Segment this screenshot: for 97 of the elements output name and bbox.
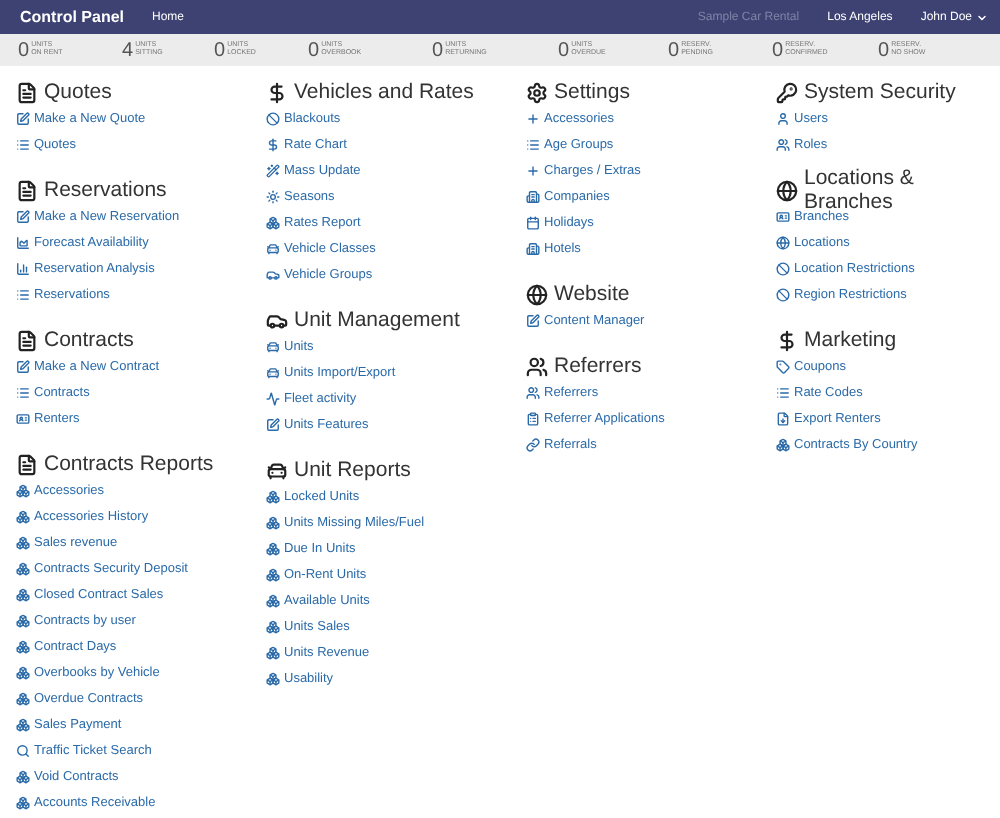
stat-value: 0 (878, 39, 890, 61)
ban-icon (776, 262, 790, 276)
cubes-icon (16, 640, 30, 654)
cars-icon (266, 309, 288, 331)
cubes-icon (16, 510, 30, 524)
stat-value: 0 (214, 39, 226, 61)
building-icon (526, 190, 540, 204)
cubes-icon (266, 542, 280, 556)
edit-icon (16, 210, 30, 224)
building-icon (526, 242, 540, 256)
sun-icon (266, 190, 280, 204)
cubes-icon (16, 666, 30, 680)
link-icon (526, 438, 540, 452)
calendar-icon (526, 216, 540, 230)
cubes-icon (16, 588, 30, 602)
document-icon (16, 179, 38, 201)
stat-value: 0 (668, 39, 680, 61)
file-export-icon (776, 412, 790, 426)
cubes-icon (266, 620, 280, 634)
cubes-icon (16, 562, 30, 576)
section-title: Settings (554, 80, 630, 104)
list-icon (16, 288, 30, 302)
edit-icon (16, 112, 30, 126)
user-icon (776, 112, 790, 126)
ban-icon (266, 112, 280, 126)
cubes-icon (16, 796, 30, 810)
cubes-icon (16, 770, 30, 784)
cars-icon (266, 268, 280, 282)
stat-value: 0 (558, 39, 570, 61)
cubes-icon (16, 614, 30, 628)
clipboard-icon (526, 412, 540, 426)
section-title: Unit Management (294, 308, 460, 332)
section-title: Quotes (44, 80, 112, 104)
dollar-icon (776, 329, 798, 351)
cubes-icon (776, 438, 790, 452)
stat-value: 0 (308, 39, 320, 61)
card-icon (16, 412, 30, 426)
globe-icon (776, 179, 798, 201)
cubes-icon (16, 536, 30, 550)
car-icon (266, 242, 280, 256)
stat-value: 0 (432, 39, 444, 61)
users-icon (776, 138, 790, 152)
cubes-icon (266, 490, 280, 504)
users-icon (526, 386, 540, 400)
section-title: Unit Reports (294, 458, 411, 482)
key-icon (776, 81, 798, 103)
cubes-icon (16, 718, 30, 732)
cubes-icon (16, 692, 30, 706)
list-icon (16, 386, 30, 400)
ban-icon (776, 288, 790, 302)
cubes-icon (266, 516, 280, 530)
users-icon (526, 355, 548, 377)
globe-icon (776, 236, 790, 250)
cubes-icon (266, 594, 280, 608)
cubes-icon (266, 672, 280, 686)
brand-title: Control Panel (20, 8, 125, 26)
section-title: System Security (804, 80, 956, 104)
document-icon (16, 81, 38, 103)
document-icon (16, 329, 38, 351)
cubes-icon (16, 484, 30, 498)
section-title: Referrers (554, 354, 642, 378)
plus-icon (526, 112, 540, 126)
area-chart-icon (16, 236, 30, 250)
section-title: Website (554, 282, 630, 306)
list-icon (526, 138, 540, 152)
car-icon (266, 340, 280, 354)
section-title: Contracts (44, 328, 134, 352)
list-icon (776, 386, 790, 400)
section-title: Vehicles and Rates (294, 80, 474, 104)
section-title: Contracts Reports (44, 452, 214, 476)
stat-value: 4 (122, 39, 134, 61)
stat-value: 0 (18, 39, 30, 61)
dollar-icon (266, 138, 280, 152)
cubes-icon (266, 216, 280, 230)
wand-icon (266, 164, 280, 178)
stat-value: 0 (772, 39, 784, 61)
car-icon (266, 366, 280, 380)
edit-icon (526, 314, 540, 328)
settings-icon (526, 81, 548, 103)
section-title: Marketing (804, 328, 897, 352)
search-icon (16, 744, 30, 758)
document-icon (16, 453, 38, 475)
dollar-icon (266, 81, 288, 103)
cubes-icon (266, 646, 280, 660)
section-title: Reservations (44, 178, 167, 202)
edit-icon (266, 418, 280, 432)
caret-icon (976, 11, 988, 23)
edit-icon (16, 360, 30, 374)
card-icon (776, 210, 790, 224)
cubes-icon (266, 568, 280, 582)
bar-chart-icon (16, 262, 30, 276)
tag-icon (776, 360, 790, 374)
list-icon (16, 138, 30, 152)
car-icon (266, 459, 288, 481)
plus-icon (526, 164, 540, 178)
activity-icon (266, 392, 280, 406)
globe-icon (526, 283, 548, 305)
